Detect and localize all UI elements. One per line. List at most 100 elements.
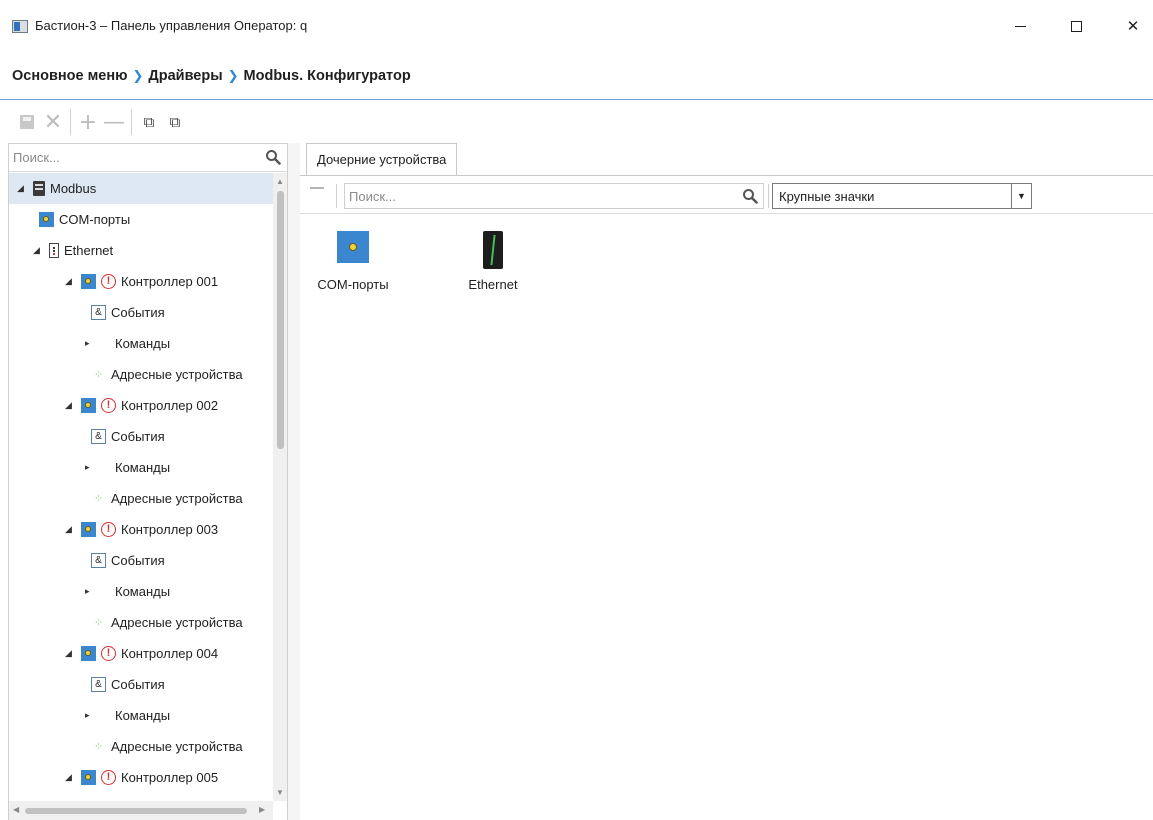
warning-icon: ! <box>101 522 116 537</box>
warning-icon: ! <box>101 770 116 785</box>
events-icon: & <box>91 553 106 568</box>
collapse-arrow-icon[interactable]: ◢ <box>33 246 43 256</box>
scroll-down-icon[interactable]: ▼ <box>276 788 284 797</box>
address-devices-icon: ⁘ <box>93 740 104 753</box>
collapse-arrow-icon[interactable]: ◢ <box>65 773 75 783</box>
tree-item[interactable]: & События <box>9 421 273 452</box>
title-bar: Бастион-3 – Панель управления Оператор: … <box>0 0 1153 52</box>
ethernet-icon <box>483 231 503 269</box>
tab-child-devices[interactable]: Дочерние устройства <box>306 143 458 175</box>
remove-child-button[interactable] <box>310 187 324 189</box>
tree-item[interactable]: ▸ Команды <box>9 576 273 607</box>
tree-item[interactable]: ◢! Контроллер 003 <box>9 514 273 545</box>
expand-arrow-icon[interactable]: ▸ <box>85 587 95 597</box>
breadcrumb-drivers[interactable]: Драйверы <box>148 68 222 84</box>
chevron-down-icon[interactable]: ▼ <box>1011 184 1031 208</box>
events-icon: & <box>91 677 106 692</box>
expand-all-button[interactable]: ⧉ <box>138 109 160 135</box>
save-button[interactable] <box>16 109 38 135</box>
tree-item[interactable]: ▸ Команды <box>9 700 273 731</box>
toolbar-separator <box>70 109 71 135</box>
controller-icon <box>81 274 96 289</box>
collapse-arrow-icon[interactable]: ◢ <box>65 277 75 287</box>
tree-item[interactable]: ◢! Контроллер 004 <box>9 638 273 669</box>
controller-icon <box>81 770 96 785</box>
collapse-arrow-icon[interactable]: ◢ <box>17 184 27 194</box>
window-title: Бастион-3 – Панель управления Оператор: … <box>35 18 308 33</box>
tree-item[interactable]: & События <box>9 669 273 700</box>
tree-horizontal-scrollbar[interactable]: ◀ ▶ <box>9 801 273 820</box>
tree-item[interactable]: ◢! Контроллер 002 <box>9 390 273 421</box>
tree-item-label: Контроллер 001 <box>121 274 219 289</box>
tree-item[interactable]: ⁘ Адресные устройства <box>9 483 273 514</box>
tree-search-box <box>9 144 287 172</box>
events-icon: & <box>91 429 106 444</box>
plus-icon: + <box>78 109 98 135</box>
tree-item-label: Команды <box>115 460 171 475</box>
collapse-arrow-icon[interactable]: ◢ <box>65 401 75 411</box>
collapse-arrow-icon[interactable]: ◢ <box>65 649 75 659</box>
tree-panel: ◢ Modbus COM-порты ◢ Ethernet ◢! Контроллер 00… <box>8 143 288 820</box>
tree-item[interactable]: ▸ Команды <box>9 452 273 483</box>
content-search-input[interactable] <box>345 184 725 208</box>
scroll-right-icon[interactable]: ▶ <box>259 805 265 814</box>
tree-item-label: Адресные устройства <box>111 615 243 630</box>
scroll-up-icon[interactable]: ▲ <box>276 177 284 186</box>
expand-arrow-icon[interactable]: ▸ <box>85 711 95 721</box>
main-toolbar: ✕ + — ⧉ ⧉ <box>0 101 1153 143</box>
remove-button[interactable]: — <box>103 109 125 135</box>
tree-item[interactable]: ◢! Контроллер 005 <box>9 762 273 793</box>
controller-icon <box>81 522 96 537</box>
toolbar-separator <box>768 184 769 208</box>
tree-item-label: Адресные устройства <box>111 367 243 382</box>
collapse-arrow-icon[interactable]: ◢ <box>65 525 75 535</box>
device-tile-ethernet[interactable]: Ethernet <box>448 231 538 311</box>
tree-item[interactable]: ◢! Контроллер 001 <box>9 266 273 297</box>
scroll-left-icon[interactable]: ◀ <box>13 805 19 814</box>
tree-search-input[interactable] <box>9 144 249 170</box>
com-port-icon <box>337 231 369 263</box>
panel-splitter[interactable] <box>288 143 300 820</box>
ethernet-icon <box>49 243 59 258</box>
breadcrumb-current: Modbus. Конфигуратор <box>243 67 411 84</box>
tree-item[interactable]: & События <box>9 545 273 576</box>
content-panel: Дочерние устройства Крупные значки ▼ COM… <box>300 143 1153 820</box>
tree-item-label: События <box>111 677 165 692</box>
tree-item[interactable]: ◢ Ethernet <box>9 235 273 266</box>
tree-item-label: Контроллер 003 <box>121 522 219 537</box>
maximize-button[interactable] <box>1056 10 1096 42</box>
view-mode-select[interactable]: Крупные значки ▼ <box>772 183 1032 209</box>
expand-arrow-icon[interactable]: ▸ <box>85 339 95 349</box>
device-tile-label: Ethernet <box>468 277 518 292</box>
search-icon[interactable] <box>265 149 281 165</box>
maximize-icon <box>1070 20 1082 32</box>
content-toolbar: Крупные значки ▼ <box>300 176 1153 214</box>
tree-item[interactable]: ⁘ Адресные устройства <box>9 731 273 762</box>
tree-item-label: Команды <box>115 708 171 723</box>
device-tile-com-ports[interactable]: COM-порты <box>308 231 398 311</box>
expand-arrow-icon[interactable]: ▸ <box>85 463 95 473</box>
tree-item[interactable]: ◢ Modbus <box>9 173 273 204</box>
add-button[interactable]: + <box>77 109 99 135</box>
tree-item[interactable]: ▸ Команды <box>9 328 273 359</box>
tree-item-label: Команды <box>115 336 171 351</box>
minimize-icon <box>1014 25 1026 27</box>
breadcrumb-main-menu[interactable]: Основное меню <box>12 68 128 84</box>
scrollbar-thumb[interactable] <box>25 808 247 814</box>
tree-item[interactable]: COM-порты <box>9 204 273 235</box>
collapse-all-button[interactable]: ⧉ <box>164 109 186 135</box>
tree-vertical-scrollbar[interactable]: ▲ ▼ <box>273 173 287 801</box>
com-port-icon <box>39 212 54 227</box>
collapse-all-icon: ⧉ <box>169 113 181 131</box>
tree-item-label: Modbus <box>50 181 97 196</box>
delete-button[interactable]: ✕ <box>42 109 64 135</box>
device-tile-label: COM-порты <box>317 277 389 292</box>
scrollbar-thumb[interactable] <box>277 191 284 449</box>
tree-item-label: События <box>111 305 165 320</box>
tree-item[interactable]: ⁘ Адресные устройства <box>9 359 273 390</box>
close-button[interactable]: ✕ <box>1113 10 1153 42</box>
search-icon[interactable] <box>742 188 758 204</box>
tree-item[interactable]: ⁘ Адресные устройства <box>9 607 273 638</box>
minimize-button[interactable] <box>1000 10 1040 42</box>
tree-item[interactable]: & События <box>9 297 273 328</box>
